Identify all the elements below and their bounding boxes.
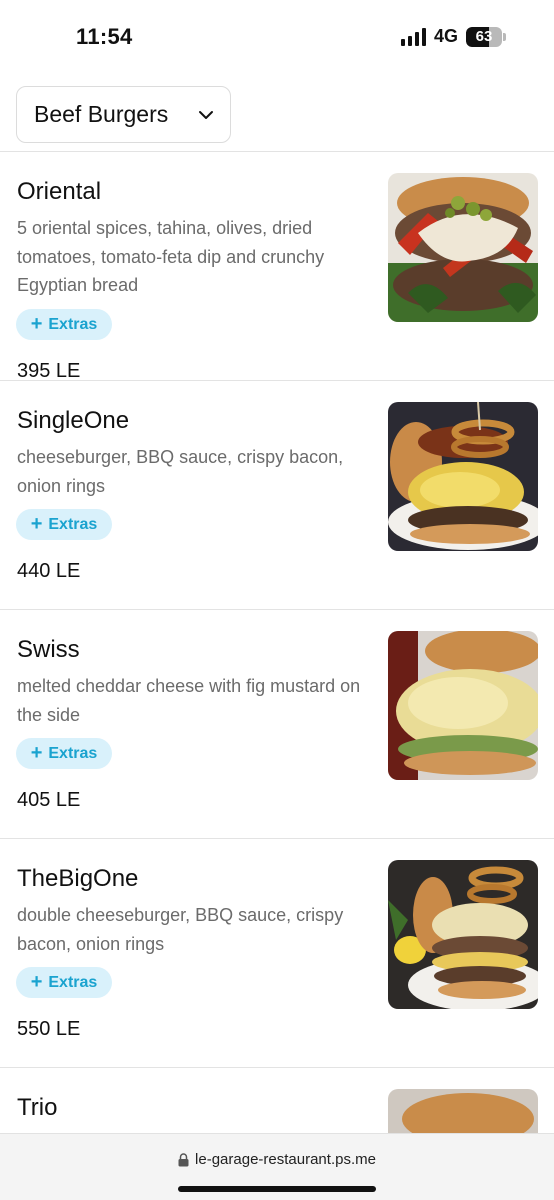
plus-icon: +: [30, 741, 43, 764]
item-price: 550 LE: [17, 1018, 81, 1040]
status-time: 11:54: [76, 24, 133, 49]
plus-icon: +: [30, 970, 43, 993]
battery-level: 63: [475, 28, 493, 45]
menu-item-swiss[interactable]: Swiss melted cheddar cheese with fig mus…: [0, 610, 554, 839]
category-label: Beef Burgers: [34, 101, 169, 127]
battery-icon: 63: [466, 26, 506, 47]
item-name: Trio: [17, 1094, 58, 1121]
extras-button[interactable]: + Extras: [16, 509, 112, 540]
plus-icon: +: [30, 512, 43, 535]
extras-label: Extras: [48, 315, 98, 333]
item-description: melted cheddar cheese with fig mustard o…: [17, 676, 361, 725]
extras-label: Extras: [48, 973, 98, 991]
browser-address-bar[interactable]: le-garage-restaurant.ps.me: [0, 1133, 554, 1200]
chevron-down-icon: [199, 111, 213, 119]
extras-button[interactable]: + Extras: [16, 967, 112, 998]
status-indicators: 4G 63: [400, 26, 506, 47]
extras-label: Extras: [48, 515, 98, 533]
item-image-thebigone[interactable]: [388, 860, 538, 1009]
item-name: TheBigOne: [17, 865, 139, 892]
url-display[interactable]: le-garage-restaurant.ps.me: [0, 1151, 554, 1168]
extras-button[interactable]: + Extras: [16, 309, 112, 340]
item-name: SingleOne: [17, 407, 130, 434]
extras-button[interactable]: + Extras: [16, 738, 112, 769]
lock-icon: [178, 1152, 189, 1166]
item-image-swiss[interactable]: [388, 631, 538, 780]
item-name: Swiss: [17, 636, 80, 663]
item-description: 5 oriental spices, tahina, olives, dried…: [17, 218, 325, 295]
network-type: 4G: [433, 26, 458, 46]
url-text: le-garage-restaurant.ps.me: [195, 1151, 376, 1168]
item-price: 405 LE: [17, 789, 81, 811]
menu-item-trio[interactable]: Trio: [0, 1068, 554, 1149]
menu-item-thebigone[interactable]: TheBigOne double cheeseburger, BBQ sauce…: [0, 839, 554, 1068]
menu-list: Oriental 5 oriental spices, tahina, oliv…: [0, 152, 554, 1149]
item-name: Oriental: [17, 178, 102, 205]
home-indicator[interactable]: [178, 1186, 376, 1192]
item-price: 440 LE: [17, 560, 81, 582]
item-price: 395 LE: [17, 360, 81, 382]
menu-item-singleone[interactable]: SingleOne cheeseburger, BBQ sauce, crisp…: [0, 381, 554, 610]
signal-icon: [400, 27, 426, 46]
category-dropdown[interactable]: Beef Burgers: [16, 86, 231, 143]
item-description: double cheeseburger, BBQ sauce, crispy b…: [17, 905, 344, 954]
item-image-oriental[interactable]: [388, 173, 538, 322]
plus-icon: +: [30, 312, 43, 335]
extras-label: Extras: [48, 744, 98, 762]
item-image-singleone[interactable]: [388, 402, 538, 551]
menu-item-oriental[interactable]: Oriental 5 oriental spices, tahina, oliv…: [0, 152, 554, 382]
item-description: cheeseburger, BBQ sauce, crispy bacon, o…: [17, 447, 344, 496]
status-bar: 11:54 4G 63: [0, 0, 554, 76]
